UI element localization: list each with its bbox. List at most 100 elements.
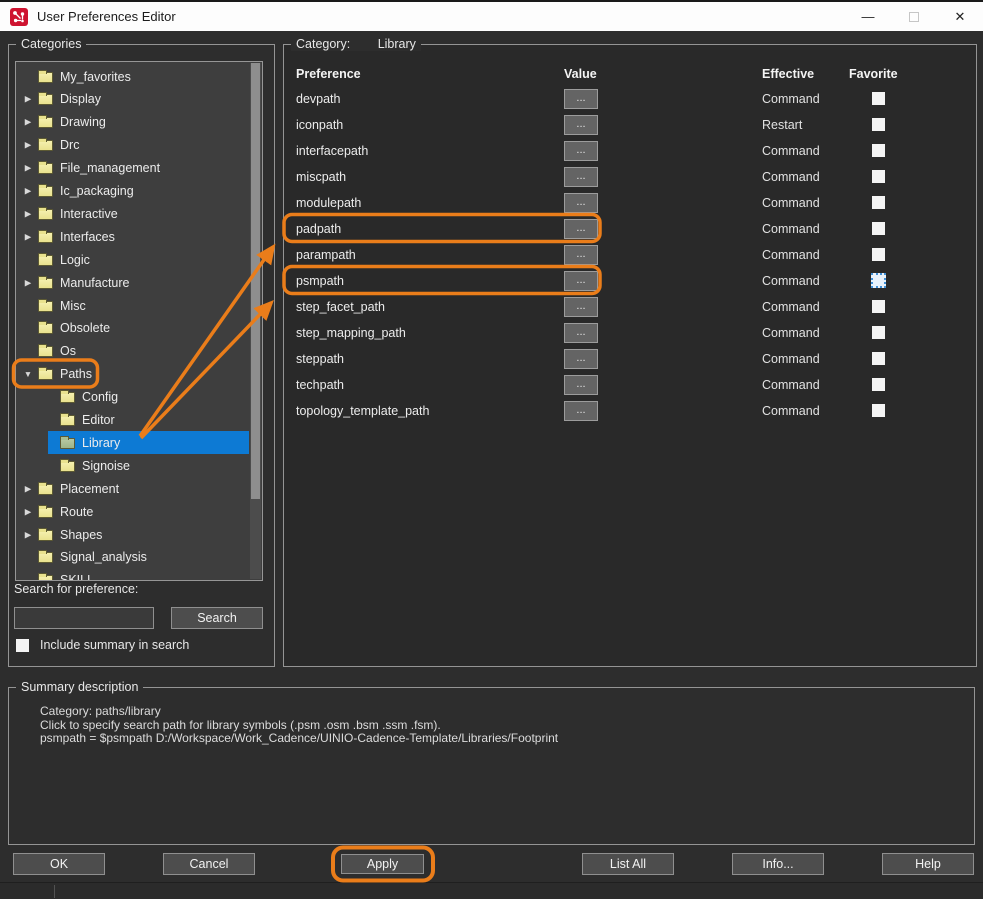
preference-row-parampath: parampath... Command: [284, 242, 964, 268]
value-browse-button[interactable]: ...: [564, 401, 598, 421]
tree-item-drc[interactable]: ▶Drc: [16, 134, 250, 157]
cancel-button[interactable]: Cancel: [163, 853, 255, 875]
tree-item-signal_analysis[interactable]: Signal_analysis: [16, 546, 250, 569]
chevron-right-icon[interactable]: ▶: [21, 506, 35, 517]
tree-item-display[interactable]: ▶Display: [16, 88, 250, 111]
favorite-checkbox[interactable]: [872, 352, 885, 365]
column-header-favorite: Favorite: [849, 67, 898, 81]
tree-item-misc[interactable]: Misc: [16, 294, 250, 317]
tree-item-label: Os: [60, 344, 76, 358]
folder-icon: [38, 369, 53, 380]
maximize-button: [891, 2, 937, 31]
info-button[interactable]: Info...: [732, 853, 824, 875]
value-browse-button[interactable]: ...: [564, 219, 598, 239]
ok-button[interactable]: OK: [13, 853, 105, 875]
tree-item-file_management[interactable]: ▶File_management: [16, 157, 250, 180]
value-browse-button[interactable]: ...: [564, 375, 598, 395]
tree-item-label: Ic_packaging: [60, 184, 134, 198]
favorite-checkbox[interactable]: [872, 118, 885, 131]
tree-item-placement[interactable]: ▶Placement: [16, 477, 250, 500]
close-button[interactable]: ✕: [937, 2, 983, 31]
tree-scrollbar-thumb[interactable]: [251, 63, 260, 499]
selection-highlight: [48, 431, 249, 454]
status-bar: [0, 882, 983, 899]
folder-icon: [60, 392, 75, 403]
favorite-checkbox[interactable]: [872, 404, 885, 417]
favorite-checkbox[interactable]: [872, 170, 885, 183]
favorite-checkbox[interactable]: [872, 92, 885, 105]
chevron-right-icon[interactable]: ▶: [21, 163, 35, 174]
category-tree[interactable]: SKILLSignal_analysis▶Shapes▶Route▶Placem…: [15, 61, 263, 581]
value-browse-button[interactable]: ...: [564, 323, 598, 343]
chevron-right-icon[interactable]: ▶: [21, 140, 35, 151]
tree-item-skill[interactable]: SKILL: [16, 569, 250, 581]
tree-item-route[interactable]: ▶Route: [16, 500, 250, 523]
minimize-button[interactable]: —: [845, 2, 891, 31]
search-input[interactable]: [14, 607, 154, 629]
tree-item-label: Library: [82, 436, 120, 450]
tree-item-label: Drawing: [60, 115, 106, 129]
chevron-right-icon[interactable]: ▶: [21, 529, 35, 540]
tree-item-logic[interactable]: Logic: [16, 248, 250, 271]
value-browse-button[interactable]: ...: [564, 167, 598, 187]
tree-item-interactive[interactable]: ▶Interactive: [16, 202, 250, 225]
chevron-right-icon[interactable]: ▶: [21, 117, 35, 128]
favorite-checkbox[interactable]: [872, 248, 885, 261]
tree-item-interfaces[interactable]: ▶Interfaces: [16, 225, 250, 248]
value-browse-button[interactable]: ...: [564, 89, 598, 109]
favorite-checkbox[interactable]: [872, 300, 885, 313]
tree-item-config[interactable]: Config: [16, 386, 250, 409]
folder-icon: [60, 415, 75, 426]
effective-value: Command: [762, 274, 820, 288]
chevron-right-icon[interactable]: ▶: [21, 94, 35, 105]
preference-name: step_mapping_path: [296, 326, 406, 340]
tree-item-my_favorites[interactable]: My_favorites: [16, 65, 250, 88]
tree-item-editor[interactable]: Editor: [16, 409, 250, 432]
preference-row-topology_template_path: topology_template_path...Command: [284, 398, 964, 424]
tree-item-library[interactable]: Library: [16, 431, 250, 454]
favorite-checkbox[interactable]: [871, 273, 886, 288]
preference-row-devpath: devpath...Command: [284, 86, 964, 112]
favorite-checkbox[interactable]: [872, 378, 885, 391]
chevron-right-icon[interactable]: ▶: [21, 208, 35, 219]
effective-value: Command: [762, 144, 820, 158]
folder-icon: [38, 94, 53, 105]
favorite-checkbox[interactable]: [872, 222, 885, 235]
value-browse-button[interactable]: ...: [564, 349, 598, 369]
tree-scrollbar[interactable]: [250, 63, 261, 579]
help-button[interactable]: Help: [882, 853, 974, 875]
chevron-right-icon[interactable]: ▶: [21, 186, 35, 197]
favorite-checkbox[interactable]: [872, 144, 885, 157]
tree-item-os[interactable]: Os: [16, 340, 250, 363]
preference-name: parampath: [296, 248, 356, 262]
value-browse-button[interactable]: ...: [564, 271, 598, 291]
chevron-right-icon[interactable]: ▶: [21, 231, 35, 242]
category-name: Library: [378, 37, 416, 51]
include-summary-checkbox[interactable]: [16, 639, 29, 652]
preference-row-interfacepath: interfacepath...Command: [284, 138, 964, 164]
tree-item-ic_packaging[interactable]: ▶ Ic_packaging: [16, 180, 250, 203]
tree-item-shapes[interactable]: ▶Shapes: [16, 523, 250, 546]
favorite-checkbox[interactable]: [872, 196, 885, 209]
chevron-down-icon[interactable]: ▼: [21, 369, 35, 379]
tree-item-manufacture[interactable]: ▶ Manufacture: [16, 271, 250, 294]
search-button[interactable]: Search: [171, 607, 263, 629]
value-browse-button[interactable]: ...: [564, 297, 598, 317]
tree-item-obsolete[interactable]: Obsolete: [16, 317, 250, 340]
chevron-right-icon[interactable]: ▶: [21, 277, 35, 288]
value-browse-button[interactable]: ...: [564, 141, 598, 161]
tree-item-paths[interactable]: ▼Paths: [16, 363, 250, 386]
tree-item-label: Manufacture: [60, 276, 129, 290]
effective-value: Command: [762, 222, 820, 236]
list-all-button[interactable]: List All: [582, 853, 674, 875]
value-browse-button[interactable]: ...: [564, 245, 598, 265]
chevron-right-icon[interactable]: ▶: [21, 483, 35, 494]
tree-item-label: Editor: [82, 413, 115, 427]
effective-value: Command: [762, 248, 820, 262]
value-browse-button[interactable]: ...: [564, 115, 598, 135]
apply-button[interactable]: Apply: [341, 854, 424, 874]
value-browse-button[interactable]: ...: [564, 193, 598, 213]
tree-item-signoise[interactable]: Signoise: [16, 454, 250, 477]
favorite-checkbox[interactable]: [872, 326, 885, 339]
tree-item-drawing[interactable]: ▶ Drawing: [16, 111, 250, 134]
